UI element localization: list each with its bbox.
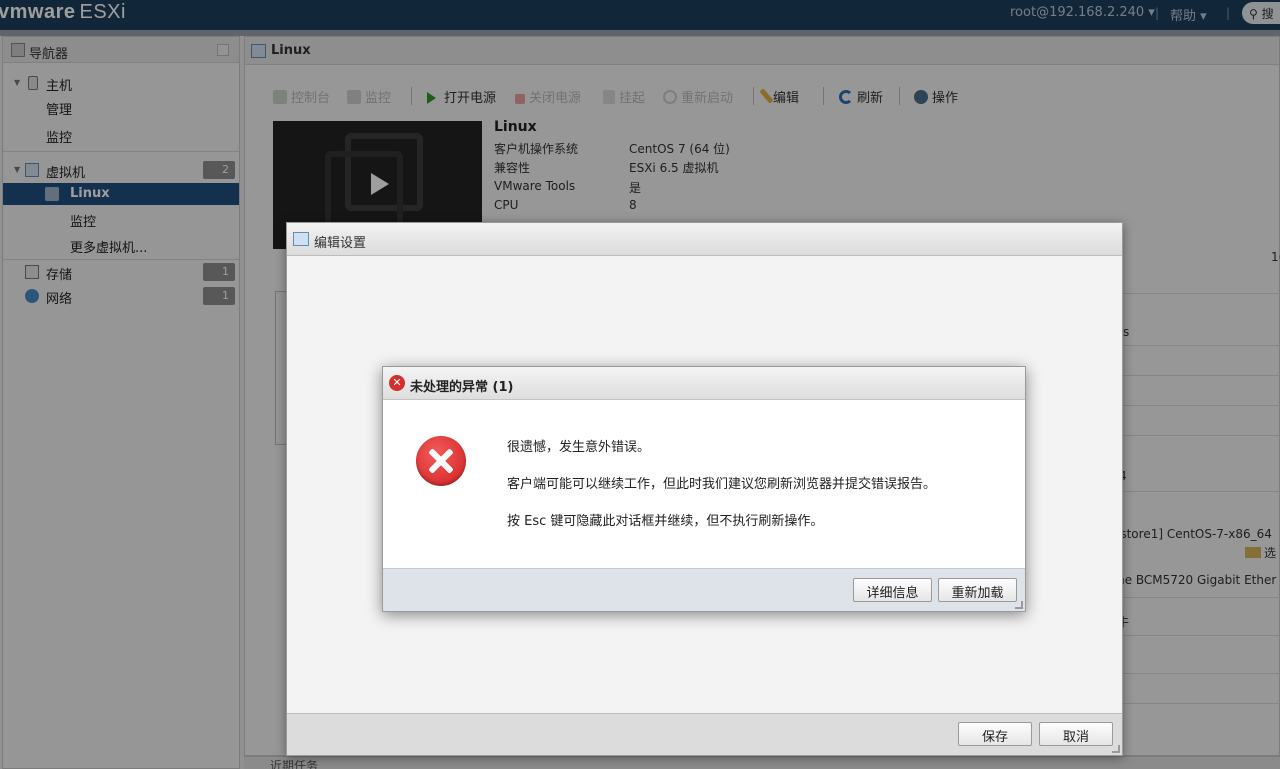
reload-button[interactable]: 重新加载 <box>938 578 1017 602</box>
exception-dialog-title: 未处理的异常 (1) <box>410 380 514 395</box>
error-message-line: 很遗憾，发生意外错误。 <box>507 440 651 455</box>
exception-dialog-header: ✕ 未处理的异常 (1) <box>383 367 1025 400</box>
error-icon <box>416 436 466 486</box>
resize-grip-icon[interactable] <box>1112 745 1120 753</box>
error-small-icon: ✕ <box>389 375 405 391</box>
error-message-line: 客户端可能可以继续工作，但此时我们建议您刷新浏览器并提交错误报告。 <box>507 477 937 492</box>
resize-grip-icon[interactable] <box>1015 601 1023 609</box>
exception-dialog-footer: 详细信息 重新加载 <box>383 568 1025 611</box>
error-message-line: 按 Esc 键可隐藏此对话框并继续，但不执行刷新操作。 <box>507 514 824 529</box>
edit-settings-header: 编辑设置 <box>287 223 1122 256</box>
unhandled-exception-dialog: ✕ 未处理的异常 (1) 很遗憾，发生意外错误。 客户端可能可以继续工作，但此时… <box>382 366 1026 612</box>
vm-icon <box>293 232 309 246</box>
edit-settings-title: 编辑设置 <box>314 236 367 251</box>
edit-settings-footer: 保存 取消 <box>287 713 1122 755</box>
details-button[interactable]: 详细信息 <box>853 578 932 602</box>
cancel-button[interactable]: 取消 <box>1039 722 1113 746</box>
save-button[interactable]: 保存 <box>958 722 1032 746</box>
